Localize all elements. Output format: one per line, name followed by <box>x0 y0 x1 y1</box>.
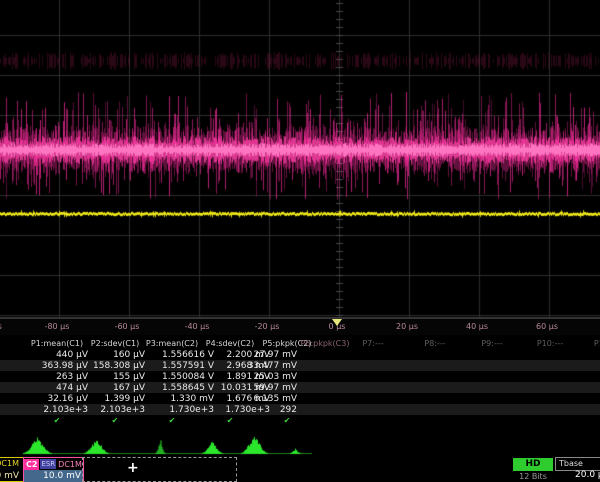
param-header-unused[interactable]: P7:--- <box>362 339 383 348</box>
c2-scale-value: 10.0 mV <box>24 470 83 482</box>
param-header[interactable]: P2:sdev(C1) <box>91 339 139 348</box>
param-header-unused[interactable]: P9:--- <box>481 339 502 348</box>
measurement-min: 25.03 mV <box>219 372 297 382</box>
measurement-sdev: 1.399 µV <box>67 394 145 404</box>
cursor-annotation-box[interactable]: + <box>82 457 237 482</box>
measure-table: P1:mean(C1) P2:sdev(C1) P3:mean(C2) P4:sdev… <box>0 338 600 428</box>
measurement-value: 160 µV <box>67 350 145 360</box>
status-check-icon: ✔ <box>54 416 61 425</box>
measurement-mean: 158.308 µV <box>67 361 145 371</box>
c2-esr-badge: ESR <box>40 459 56 469</box>
status-check-icon: ✔ <box>112 416 119 425</box>
waveform-grid-canvas <box>0 0 600 318</box>
param-header-unused[interactable]: P10:--- <box>537 339 563 348</box>
c2-channel-badge: C2 <box>24 459 39 470</box>
c2-coupling-label: DC1M <box>58 460 82 469</box>
param-header[interactable]: P3:mean(C2) <box>146 339 198 348</box>
time-axis-label: 20 µs <box>396 322 418 331</box>
time-axis: -100 µs-80 µs-60 µs-40 µs-20 µs0 µs20 µs… <box>0 318 600 335</box>
time-axis-label: 60 µs <box>536 322 558 331</box>
param-header[interactable]: P1:mean(C1) <box>31 339 83 348</box>
status-check-icon: ✔ <box>284 416 291 425</box>
time-axis-label: -20 µs <box>255 322 280 331</box>
cursor-plus-icon: + <box>127 460 139 476</box>
c2-descriptor-row: C2 ESR DC1M <box>24 458 83 470</box>
parameter-histicon-strip <box>0 430 600 458</box>
measurement-max: 167 µV <box>67 383 145 393</box>
timebase-box[interactable]: Tbase <box>555 457 600 471</box>
time-axis-label: 40 µs <box>466 322 488 331</box>
time-axis-label: -100 µs <box>0 322 2 331</box>
measurement-num: 292 <box>219 405 297 415</box>
hd-mode-badge[interactable]: HD <box>513 458 553 471</box>
status-check-icon: ✔ <box>169 416 176 425</box>
param-header-unused[interactable]: P11:--- <box>594 339 600 348</box>
time-axis-label: -80 µs <box>45 322 70 331</box>
param-header-unused[interactable]: P8:--- <box>424 339 445 348</box>
measurement-sdev: 6.135 mV <box>219 394 297 404</box>
time-axis-label: -40 µs <box>185 322 210 331</box>
measurement-max: 59.97 mV <box>219 383 297 393</box>
measurement-value: 27.97 mV <box>219 350 297 360</box>
status-check-icon: ✔ <box>227 416 234 425</box>
measurement-min: 155 µV <box>67 372 145 382</box>
timebase-value: 20.0 µs/div <box>575 470 600 480</box>
c2-descriptor-box[interactable]: C2 ESR DC1M 10.0 mV <box>23 457 84 482</box>
param-header[interactable]: P4:sdev(C2) <box>206 339 254 348</box>
time-axis-label: -60 µs <box>115 322 140 331</box>
measurement-mean: 33.477 mV <box>219 361 297 371</box>
c1-coupling-label: DC1M <box>0 459 19 468</box>
param-header-unused[interactable]: P6:pkpk(C3) <box>301 339 350 348</box>
trigger-position-marker[interactable] <box>332 319 342 326</box>
measurement-num: 2.103e+3 <box>67 405 145 415</box>
